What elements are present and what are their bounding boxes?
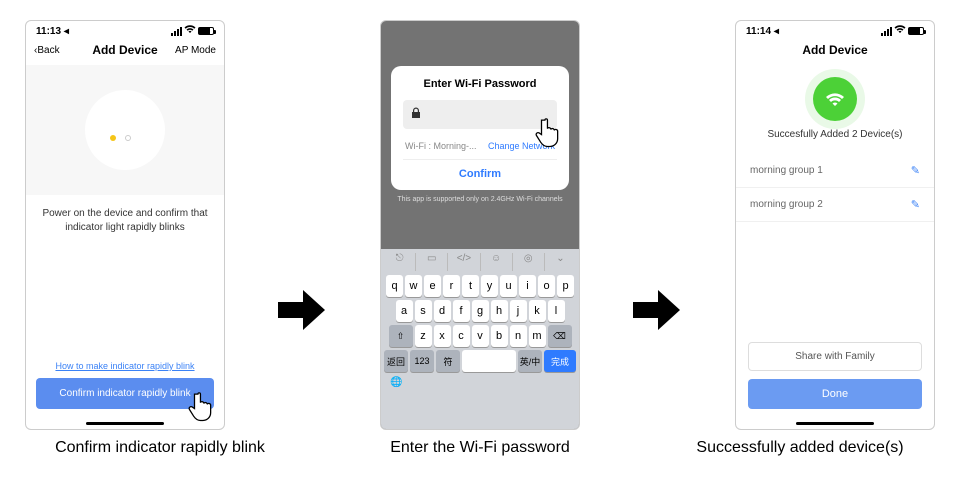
success-wifi-icon (813, 77, 857, 121)
keyboard-row-3[interactable]: ⇧ zxcvbnm ⌫ (384, 325, 576, 347)
lang-key[interactable]: 英/中 (518, 350, 542, 372)
success-message: Succesfully Added 2 Device(s) (736, 129, 934, 140)
modal-title: Enter Wi-Fi Password (403, 78, 557, 90)
help-link[interactable]: How to make indicator rapidly blink (26, 361, 224, 371)
signal-icon (881, 27, 892, 36)
key-a[interactable]: a (396, 300, 413, 322)
arrow-icon (278, 290, 328, 330)
key-r[interactable]: r (443, 275, 460, 297)
status-bar: 11:14 ◂ (736, 21, 934, 39)
share-button[interactable]: Share with Family (748, 342, 922, 371)
confirm-button[interactable]: Confirm (403, 160, 557, 182)
page-title: Add Device (802, 43, 867, 57)
key-u[interactable]: u (500, 275, 517, 297)
space-key[interactable] (462, 350, 516, 372)
device-name: morning group 2 (750, 199, 823, 210)
home-indicator (796, 422, 874, 425)
caption-2: Enter the Wi-Fi password (340, 438, 620, 459)
key-s[interactable]: s (415, 300, 432, 322)
key-c[interactable]: c (453, 325, 470, 347)
pencil-icon[interactable]: ✎ (911, 198, 920, 211)
key-h[interactable]: h (491, 300, 508, 322)
caption-1: Confirm indicator rapidly blink (20, 438, 300, 459)
wifi-name-label: Wi-Fi : Morning-... (405, 141, 477, 151)
key-q[interactable]: q (386, 275, 403, 297)
device-name: morning group 1 (750, 165, 823, 176)
arrow-icon (633, 290, 683, 330)
return-key[interactable]: 返回 (384, 350, 408, 372)
suggestion-bar: ⎋▭</>☺◎⌄ (384, 253, 576, 271)
key-g[interactable]: g (472, 300, 489, 322)
wifi-password-modal: Enter Wi-Fi Password Wi-Fi : Morning-...… (391, 66, 569, 190)
phone-screen-1: 11:13 ◂ ‹Back Add Device AP Mode Power o… (25, 20, 225, 430)
key-x[interactable]: x (434, 325, 451, 347)
ap-mode-link[interactable]: AP Mode (166, 45, 216, 56)
nav-bar: ‹Back Add Device AP Mode (26, 39, 224, 65)
page-title: Add Device (92, 43, 157, 57)
nav-bar: Add Device (736, 39, 934, 65)
wifi-note: This app is supported only on 2.4GHz Wi-… (381, 196, 579, 203)
key-l[interactable]: l (548, 300, 565, 322)
clock: 11:14 (746, 26, 771, 37)
caption-3: Successfully added device(s) (660, 438, 940, 459)
home-indicator (86, 422, 164, 425)
clock: 11:13 (36, 26, 61, 37)
keyboard-row-4[interactable]: 返回 123 符 英/中 完成 (384, 350, 576, 372)
device-list: morning group 1 ✎ morning group 2 ✎ (736, 154, 934, 222)
key-m[interactable]: m (529, 325, 546, 347)
password-input[interactable] (403, 100, 557, 129)
numbers-key[interactable]: 123 (410, 350, 434, 372)
keyboard[interactable]: ⎋▭</>☺◎⌄ qwertyuiop asdfghjkl ⇧ zxcvbnm … (381, 249, 579, 429)
captions-row: Confirm indicator rapidly blink Enter th… (0, 430, 960, 459)
pencil-icon[interactable]: ✎ (911, 164, 920, 177)
status-bar: 11:13 ◂ (26, 21, 224, 39)
key-d[interactable]: d (434, 300, 451, 322)
key-b[interactable]: b (491, 325, 508, 347)
key-z[interactable]: z (415, 325, 432, 347)
device-row: morning group 1 ✎ (736, 154, 934, 188)
change-network-link[interactable]: Change Network (488, 141, 555, 151)
key-p[interactable]: p (557, 275, 574, 297)
key-i[interactable]: i (519, 275, 536, 297)
back-button[interactable]: ‹Back (34, 45, 84, 56)
battery-icon (198, 27, 214, 35)
battery-icon (908, 27, 924, 35)
wifi-icon (894, 25, 906, 37)
wifi-icon (184, 25, 196, 37)
lock-icon (411, 107, 421, 122)
phone-screen-2: Enter Wi-Fi Password Wi-Fi : Morning-...… (380, 20, 580, 430)
keyboard-row-2[interactable]: asdfghjkl (384, 300, 576, 322)
key-t[interactable]: t (462, 275, 479, 297)
keyboard-row-1[interactable]: qwertyuiop (384, 275, 576, 297)
key-o[interactable]: o (538, 275, 555, 297)
key-f[interactable]: f (453, 300, 470, 322)
shift-key[interactable]: ⇧ (389, 325, 413, 347)
key-w[interactable]: w (405, 275, 422, 297)
backspace-key[interactable]: ⌫ (548, 325, 572, 347)
device-row: morning group 2 ✎ (736, 188, 934, 222)
key-e[interactable]: e (424, 275, 441, 297)
confirm-blink-button[interactable]: Confirm indicator rapidly blink (36, 378, 214, 409)
key-j[interactable]: j (510, 300, 527, 322)
key-v[interactable]: v (472, 325, 489, 347)
phone-screen-3: 11:14 ◂ Add Device Succesfully Added 2 D… (735, 20, 935, 430)
instruction-text: Power on the device and confirm that ind… (26, 195, 224, 247)
key-k[interactable]: k (529, 300, 546, 322)
done-button[interactable]: Done (748, 379, 922, 409)
indicator-dot-outline (125, 135, 131, 141)
indicator-dot-yellow (110, 135, 116, 141)
key-n[interactable]: n (510, 325, 527, 347)
symbols-key[interactable]: 符 (436, 350, 460, 372)
globe-icon[interactable]: 🌐 (390, 377, 402, 388)
indicator-illustration (26, 65, 224, 195)
done-key[interactable]: 完成 (544, 350, 576, 372)
key-y[interactable]: y (481, 275, 498, 297)
signal-icon (171, 27, 182, 36)
